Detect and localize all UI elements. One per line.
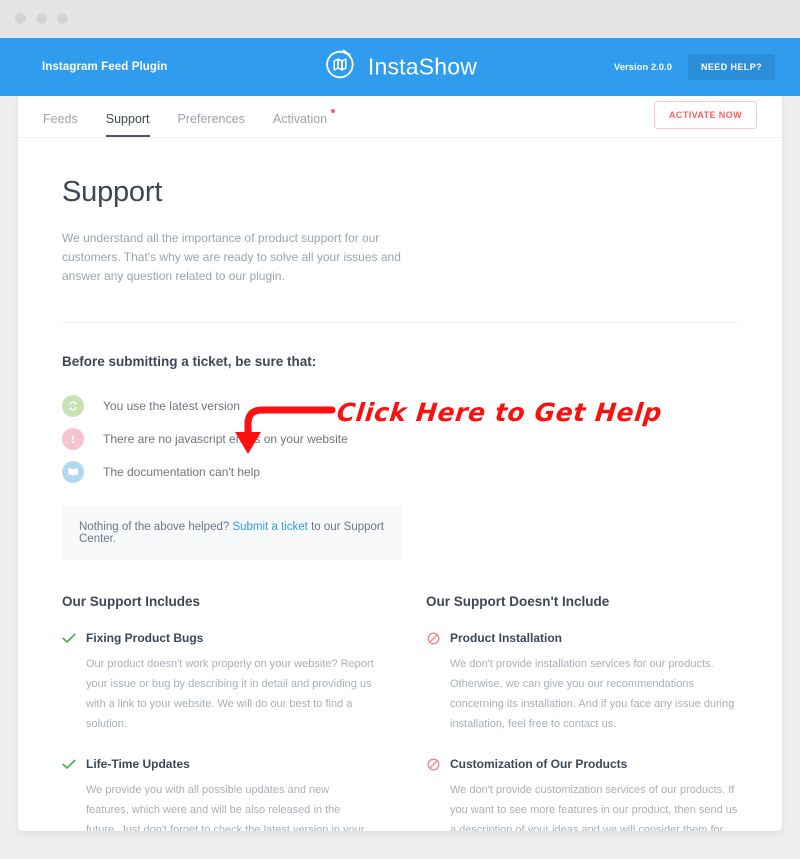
submit-ticket-notice: Nothing of the above helped? Submit a ti… — [62, 506, 402, 560]
page-title: Support — [62, 176, 163, 208]
brand: InstaShow — [323, 48, 477, 87]
tab-preferences[interactable]: Preferences — [164, 112, 259, 137]
checklist: You use the latest version There are no … — [62, 389, 738, 488]
tab-support[interactable]: Support — [92, 112, 164, 137]
tab-bar: Feeds Support Preferences Activation ACT… — [18, 96, 782, 138]
feature-name: Fixing Product Bugs — [86, 631, 204, 645]
exclamation-icon — [62, 427, 84, 450]
window-close-dot[interactable] — [15, 13, 26, 24]
app-root: Instagram Feed Plugin InstaShow Version … — [0, 0, 800, 859]
check-icon — [62, 631, 76, 645]
feature-item: Life-Time Updates We provide you with al… — [62, 757, 374, 831]
feature-header: Customization of Our Products — [426, 757, 738, 771]
browser-title-bar — [0, 0, 800, 38]
window-minimize-dot[interactable] — [36, 13, 47, 24]
need-help-button[interactable]: NEED HELP? — [687, 54, 775, 80]
tab-activation-label: Activation — [272, 112, 328, 126]
support-includes-title: Our Support Includes — [62, 594, 201, 609]
notification-dot-icon — [331, 109, 336, 113]
support-excludes-title: Our Support Doesn't Include — [426, 594, 610, 609]
header-actions: Version 2.0.0 NEED HELP? — [614, 54, 775, 80]
feature-text: Our product doesn't work properly on you… — [86, 658, 374, 730]
submit-ticket-link[interactable]: Submit a ticket — [232, 521, 307, 533]
content-card: Feeds Support Preferences Activation ACT… — [18, 96, 782, 831]
checklist-item: The documentation can't help — [62, 455, 738, 488]
no-entry-icon — [426, 757, 440, 771]
checklist-item: There are no javascript errors on your w… — [62, 422, 738, 455]
refresh-icon — [62, 394, 84, 417]
feature-item: Fixing Product Bugs Our product doesn't … — [62, 631, 374, 734]
feature-name: Product Installation — [450, 631, 563, 645]
tab-feeds[interactable]: Feeds — [43, 112, 92, 137]
support-excludes-column: Our Support Doesn't Include Product Inst… — [426, 594, 738, 831]
window-controls — [15, 13, 68, 24]
feature-header: Product Installation — [426, 631, 738, 645]
instashow-circle-logo-icon — [323, 48, 357, 87]
check-icon — [62, 757, 76, 771]
plugin-label: Instagram Feed Plugin — [42, 61, 168, 73]
divider-top — [62, 322, 738, 323]
window-maximize-dot[interactable] — [57, 13, 68, 24]
app-header: Instagram Feed Plugin InstaShow Version … — [0, 38, 800, 96]
feature-item: Customization of Our Products We don't p… — [426, 757, 738, 831]
feature-name: Customization of Our Products — [450, 757, 628, 771]
checklist-title: Before submitting a ticket, be sure that… — [62, 354, 317, 369]
feature-text: We provide you with all possible updates… — [86, 784, 365, 831]
support-scope-columns: Our Support Includes Fixing Product Bugs… — [62, 594, 738, 831]
notice-prefix: Nothing of the above helped? — [79, 521, 233, 533]
feature-text: We don't provide installation services f… — [450, 658, 735, 730]
no-entry-icon — [426, 631, 440, 645]
support-includes-column: Our Support Includes Fixing Product Bugs… — [62, 594, 374, 831]
tab-activation[interactable]: Activation — [259, 109, 341, 137]
page-intro: We understand all the importance of prod… — [62, 231, 401, 283]
feature-header: Fixing Product Bugs — [62, 631, 374, 645]
feature-item: Product Installation We don't provide in… — [426, 631, 738, 734]
activate-now-button[interactable]: ACTIVATE NOW — [654, 101, 757, 129]
book-icon — [62, 460, 84, 483]
checklist-item-label: The documentation can't help — [103, 464, 261, 479]
checklist-item-label: You use the latest version — [103, 398, 240, 413]
card-body: Support We understand all the importance… — [18, 138, 782, 831]
tab-list: Feeds Support Preferences Activation — [43, 109, 341, 137]
version-label: Version 2.0.0 — [613, 61, 672, 73]
feature-text: We don't provide customization services … — [450, 784, 738, 831]
checklist-item-label: There are no javascript errors on your w… — [103, 431, 348, 446]
feature-header: Life-Time Updates — [62, 757, 374, 771]
checklist-item: You use the latest version — [62, 389, 738, 422]
brand-name: InstaShow — [367, 53, 478, 80]
feature-name: Life-Time Updates — [86, 757, 190, 771]
